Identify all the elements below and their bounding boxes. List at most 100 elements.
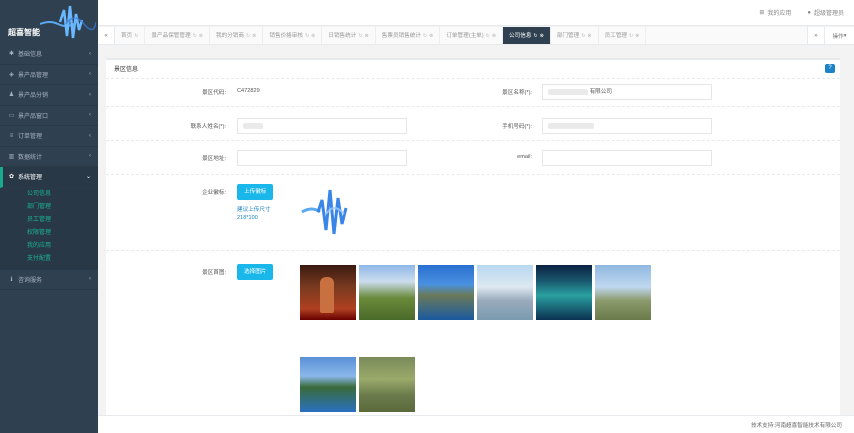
company-info-panel: 景区信息 ? 景区代码: C472829 景区名称(*): 有限公司 联系人姓名… xyxy=(106,58,840,416)
divider xyxy=(106,106,840,107)
upload-logo-button[interactable]: 上传徽标 xyxy=(237,184,274,200)
logo-label: 企业徽标: xyxy=(202,190,226,196)
refresh-icon[interactable]: ↻ xyxy=(423,27,427,44)
close-icon[interactable]: ⊗ xyxy=(429,27,433,44)
tabs-operations-dropdown[interactable]: 操作 ▾ xyxy=(824,27,854,44)
tab-ticket-sales[interactable]: 售票员销售统计 ↻ ⊗ xyxy=(376,27,441,44)
tab-department[interactable]: 部门管理 ↻ ⊗ xyxy=(551,27,599,44)
sidebar-subitem-permission[interactable]: 权限管理 xyxy=(0,227,98,240)
tab-label: 景产品保管管理 xyxy=(151,33,191,39)
refresh-icon[interactable]: ↻ xyxy=(629,27,633,44)
sidebar-subitem-department[interactable]: 部门管理 xyxy=(0,201,98,214)
refresh-icon[interactable]: ↻ xyxy=(486,27,490,44)
scenic-photo[interactable] xyxy=(418,265,474,320)
sidebar: 超喜智能 ✱ 基础信息 ‹ ◈ 景产品管理 ‹ ♟ 景产品分销 ‹ ▭ 景产品窗… xyxy=(0,0,98,433)
user-menu[interactable]: ● 超级管理员 xyxy=(807,8,844,18)
sidebar-item-window[interactable]: ▭ 景产品窗口 ‹ xyxy=(0,106,98,126)
scenic-name-input[interactable]: 有限公司 xyxy=(542,84,712,100)
refresh-icon[interactable]: ↻ xyxy=(305,27,309,44)
sidebar-subitem-payment[interactable]: 支付配置 xyxy=(0,253,98,266)
close-icon[interactable]: ⊗ xyxy=(199,27,203,44)
sidebar-item-label: 景产品管理 xyxy=(18,72,49,79)
sidebar-item-consulting[interactable]: ℹ 咨询服务 ‹ xyxy=(0,270,98,290)
user-name: 超级管理员 xyxy=(813,11,844,17)
scenic-photo[interactable] xyxy=(595,265,651,320)
refresh-icon[interactable]: ↻ xyxy=(134,27,138,44)
sidebar-item-statistics[interactable]: ▥ 数据统计 ‹ xyxy=(0,147,98,167)
close-icon[interactable]: ⊗ xyxy=(492,27,496,44)
desktop-icon: ▭ xyxy=(8,112,15,119)
scenic-photo[interactable] xyxy=(536,265,592,320)
close-icon[interactable]: ⊗ xyxy=(635,27,639,44)
sidebar-item-label: 系统管理 xyxy=(18,175,43,182)
photos-label: 景区首图: xyxy=(202,270,226,276)
refresh-icon[interactable]: ↻ xyxy=(533,27,537,44)
my-apps-label: 我的应用 xyxy=(767,11,792,17)
close-icon[interactable]: ⊗ xyxy=(587,27,591,44)
tab-company-info[interactable]: 公司信息 ↻ ⊗ xyxy=(503,27,551,44)
sidebar-item-label: 咨询服务 xyxy=(18,277,43,284)
tab-label: 订单管理(主单) xyxy=(446,33,484,39)
chevron-left-icon: ‹ xyxy=(89,71,91,78)
close-icon[interactable]: ⊗ xyxy=(365,27,369,44)
page-tabs: 首页 ↻ 景产品保管管理 ↻ ⊗ 我的分销商 ↻ ⊗ 销售价格审核 ↻ ⊗ 日销售统计 ↻ ⊗ 售… xyxy=(115,27,807,44)
refresh-icon[interactable]: ↻ xyxy=(358,27,362,44)
sidebar-item-orders[interactable]: ≡ 订单管理 ‹ xyxy=(0,126,98,147)
sidebar-subitem-company[interactable]: 公司信息 xyxy=(0,188,98,201)
email-input[interactable] xyxy=(542,150,712,166)
tab-home[interactable]: 首页 ↻ xyxy=(115,27,146,44)
sidebar-subitem-staff[interactable]: 员工管理 xyxy=(0,214,98,227)
scenic-photo[interactable] xyxy=(359,357,415,412)
redacted-text xyxy=(548,122,594,129)
sidebar-item-system[interactable]: ✿ 系统管理 ⌄ xyxy=(0,167,98,188)
close-icon[interactable]: ⊗ xyxy=(540,27,544,44)
tab-label: 我的分销商 xyxy=(215,33,244,39)
refresh-icon[interactable]: ↻ xyxy=(193,27,197,44)
sidebar-item-label: 订单管理 xyxy=(18,134,43,141)
sidebar-subitem-my-apps[interactable]: 我的应用 xyxy=(0,240,98,253)
chevron-left-icon: ‹ xyxy=(89,132,91,139)
contact-name-input[interactable] xyxy=(237,118,407,134)
phone-input[interactable] xyxy=(542,118,712,134)
divider xyxy=(106,78,840,79)
logo: 超喜智能 xyxy=(0,0,98,44)
tab-price-review[interactable]: 销售价格审核 ↻ ⊗ xyxy=(263,27,323,44)
brand-wave-icon xyxy=(40,5,96,39)
close-icon[interactable]: ⊗ xyxy=(311,27,315,44)
cube-icon: ◈ xyxy=(9,71,14,78)
contact-name-label: 联系人姓名(*): xyxy=(190,124,226,130)
chevron-down-icon: ⌄ xyxy=(85,174,91,181)
tabs-scroll-right-button[interactable]: » xyxy=(807,27,824,44)
windows-icon: ⊞ xyxy=(759,10,765,16)
sidebar-item-distribution[interactable]: ♟ 景产品分销 ‹ xyxy=(0,85,98,106)
company-logo-image xyxy=(301,189,348,235)
list-icon: ≡ xyxy=(9,132,14,139)
tab-daily-sales[interactable]: 日销售统计 ↻ ⊗ xyxy=(322,27,376,44)
footer-text: 技术支持:河南超喜智能技术有限公司 xyxy=(750,423,842,429)
chevron-left-icon: ‹ xyxy=(89,153,91,160)
tab-orders-main[interactable]: 订单管理(主单) ↻ ⊗ xyxy=(440,27,504,44)
tab-product-manage[interactable]: 景产品保管管理 ↻ ⊗ xyxy=(145,27,210,44)
refresh-icon[interactable]: ↻ xyxy=(246,27,250,44)
chevron-left-icon: ‹ xyxy=(89,112,91,119)
scenic-photo[interactable] xyxy=(477,265,533,320)
address-input[interactable] xyxy=(237,150,407,166)
divider xyxy=(106,140,840,141)
my-apps-link[interactable]: ⊞ 我的应用 xyxy=(759,8,791,17)
close-icon[interactable]: ⊗ xyxy=(252,27,256,44)
scenic-photo[interactable] xyxy=(300,357,356,412)
scenic-photo[interactable] xyxy=(300,265,356,320)
select-photos-button[interactable]: 选择图片 xyxy=(237,264,274,280)
tab-distributors[interactable]: 我的分销商 ↻ ⊗ xyxy=(210,27,264,44)
gear-icon: ✿ xyxy=(8,174,15,181)
refresh-icon[interactable]: ↻ xyxy=(581,27,585,44)
sidebar-item-product-manage[interactable]: ◈ 景产品管理 ‹ xyxy=(0,65,98,85)
panel-help-button[interactable]: ? xyxy=(825,64,835,73)
sidebar-item-basic-info[interactable]: ✱ 基础信息 ‹ xyxy=(0,44,98,65)
scenic-photo[interactable] xyxy=(359,265,415,320)
address-label: 景区地址: xyxy=(202,156,226,162)
tabs-scroll-left-button[interactable]: « xyxy=(98,27,115,44)
tab-staff[interactable]: 员工管理 ↻ ⊗ xyxy=(599,27,647,44)
sidebar-item-label: 景产品分销 xyxy=(18,93,49,100)
tab-label: 部门管理 xyxy=(556,33,580,39)
